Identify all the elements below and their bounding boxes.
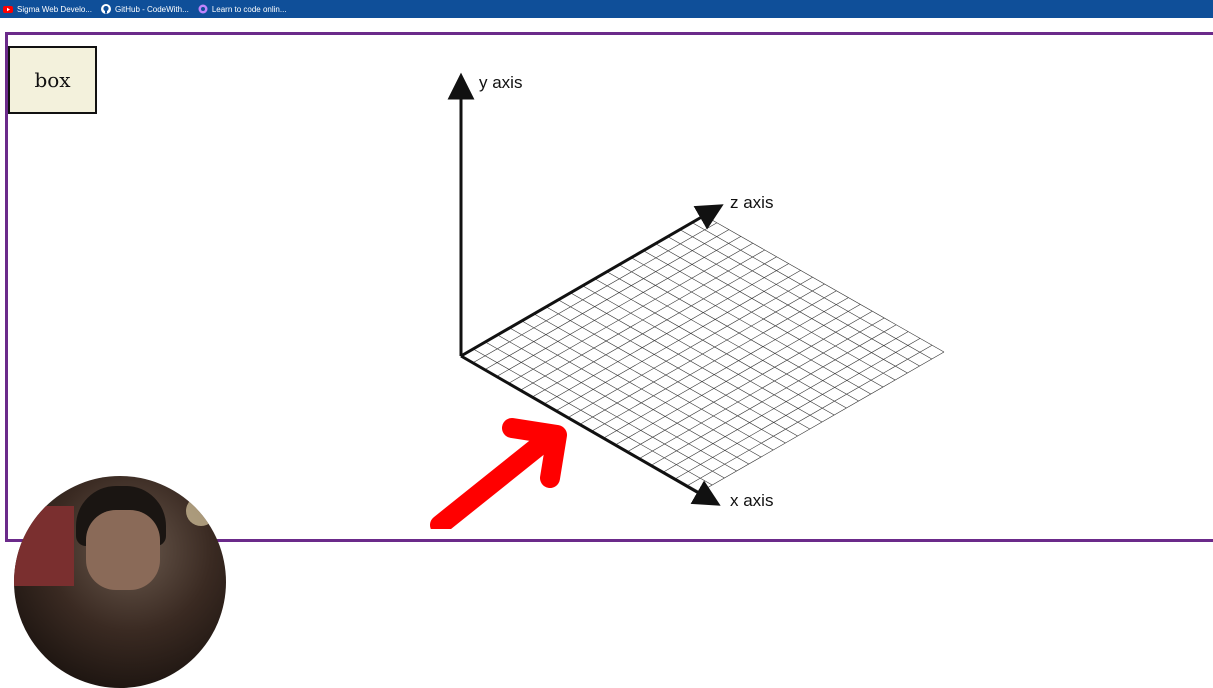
- z-axis-label: z axis: [730, 193, 774, 212]
- red-arrow-icon: [430, 418, 567, 529]
- grid-line: [699, 351, 945, 493]
- y-axis-label: y axis: [479, 73, 523, 92]
- grid-line: [687, 344, 933, 486]
- grid-line: [704, 215, 945, 353]
- grid-line: [675, 338, 921, 479]
- grid-line: [680, 229, 920, 367]
- axes-diagram: [430, 72, 945, 529]
- webcam-avatar: [14, 476, 226, 688]
- grid-line: [692, 222, 932, 360]
- z-axis-line: [460, 204, 724, 358]
- x-axis-label: x axis: [730, 491, 774, 510]
- grid-line: [668, 236, 908, 374]
